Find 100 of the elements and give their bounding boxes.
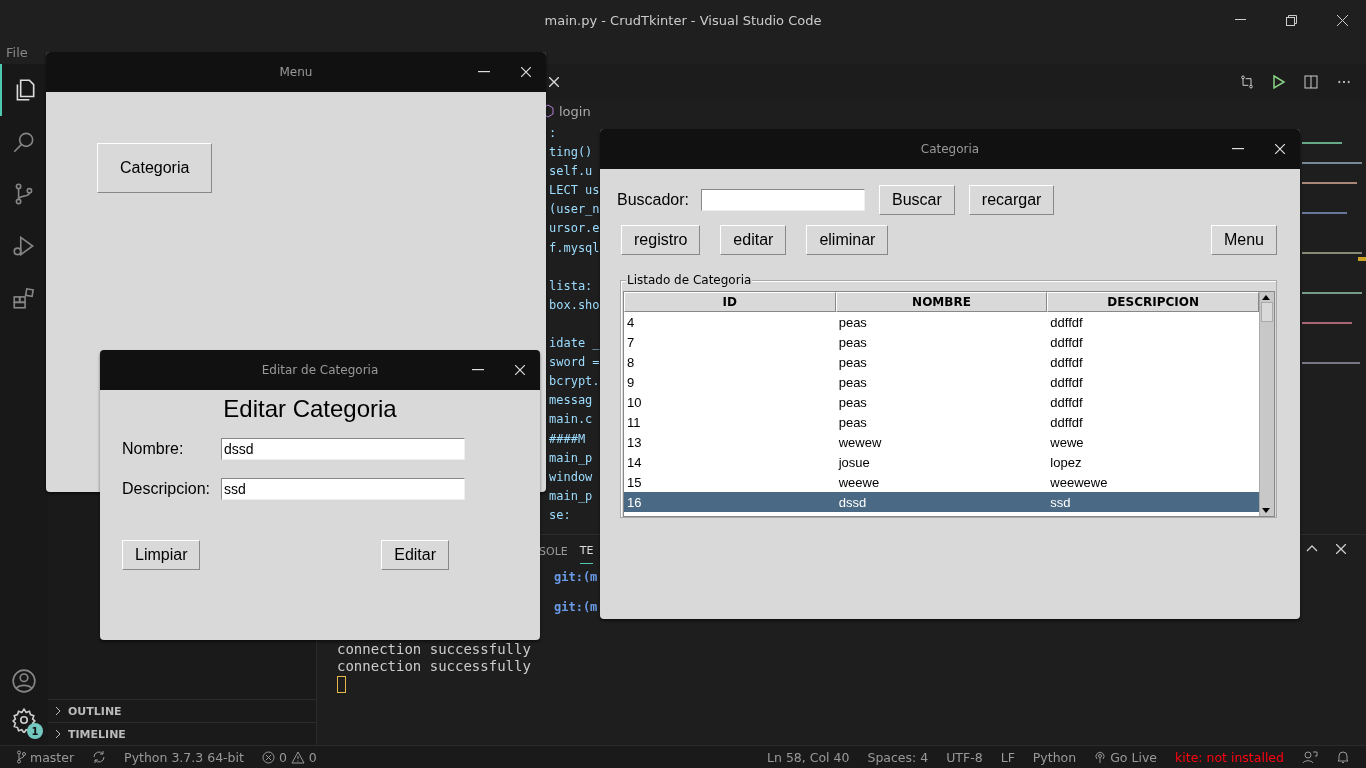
- table-row[interactable]: 8 peas ddffdf: [624, 352, 1259, 372]
- minimize-icon[interactable]: [1235, 19, 1246, 21]
- code-line: ####M: [549, 431, 586, 446]
- cursor-position[interactable]: Ln 58, Col 40: [767, 749, 850, 765]
- broadcast-icon[interactable]: [1094, 750, 1107, 764]
- field-label: Descripcion:: [122, 480, 212, 498]
- code-line: :: [549, 126, 557, 140]
- table-cell-text: ddffdf: [1049, 334, 1084, 350]
- error-count[interactable]: 0: [278, 749, 287, 765]
- table-row[interactable]: 14 josue lopez: [624, 452, 1259, 472]
- form-button[interactable]: Limpiar: [122, 540, 201, 570]
- close-icon[interactable]: [1336, 544, 1346, 554]
- table-cell-text: peas: [837, 314, 868, 330]
- table-row[interactable]: 11 peas ddffdf: [624, 412, 1259, 432]
- code-line: messag: [549, 393, 593, 408]
- minimize-icon[interactable]: [1232, 148, 1244, 150]
- account-icon[interactable]: [11, 668, 37, 694]
- table-cell-text: josue: [837, 454, 871, 470]
- search-button[interactable]: recargar: [968, 185, 1055, 215]
- go-live-button[interactable]: Go Live: [1110, 749, 1157, 765]
- table-row[interactable]: 13 wewew wewe: [624, 432, 1259, 452]
- window-title: Categoria: [920, 142, 980, 156]
- table-row[interactable]: 15 weewe weewewe: [624, 472, 1259, 492]
- panel-tab[interactable]: SOLE: [539, 538, 568, 564]
- breadcrumb-item[interactable]: login: [559, 103, 591, 119]
- table-cell-text: lopez: [1049, 454, 1083, 470]
- table-cell-text: ssd: [1049, 494, 1072, 510]
- table-cell-text: wewew: [837, 434, 883, 450]
- warning-count[interactable]: 0: [308, 749, 317, 765]
- table-cell-text: 15: [626, 474, 643, 490]
- terminal-line: connection successfully: [337, 658, 531, 674]
- table-cell-text: 13: [626, 434, 643, 450]
- table-row[interactable]: 9 peas ddffdf: [624, 372, 1259, 392]
- categoria-button[interactable]: Categoria: [97, 143, 213, 193]
- table-cell-text: wewe: [1049, 434, 1085, 450]
- indentation-status[interactable]: Spaces: 4: [867, 749, 929, 765]
- menu-button[interactable]: Menu: [1210, 225, 1277, 255]
- interpreter-status[interactable]: Python 3.7.3 64-bit: [124, 749, 244, 765]
- code-line: f.mysql: [549, 240, 600, 255]
- language-status[interactable]: Python: [1032, 749, 1077, 765]
- close-icon[interactable]: [549, 77, 559, 87]
- action-button[interactable]: editar: [720, 225, 787, 255]
- field-label: Nombre:: [122, 440, 185, 458]
- close-icon[interactable]: [521, 67, 531, 77]
- close-icon[interactable]: [515, 365, 525, 375]
- action-button[interactable]: eliminar: [806, 225, 889, 255]
- input-field[interactable]: dssd: [221, 438, 465, 460]
- code-line: sword =: [549, 355, 600, 370]
- panel-tab[interactable]: TE: [579, 538, 594, 564]
- code-line: ting(): [549, 145, 593, 160]
- table-cell-text: 4: [626, 314, 636, 330]
- table-cell-text: ddffdf: [1049, 354, 1084, 370]
- table-cell-text: 8: [626, 354, 636, 370]
- table-row[interactable]: 16 dssd ssd: [624, 492, 1259, 512]
- search-button[interactable]: Buscar: [879, 185, 955, 215]
- extensions-icon[interactable]: [11, 285, 37, 311]
- sync-icon[interactable]: [92, 750, 107, 764]
- table-row[interactable]: 7 peas ddffdf: [624, 332, 1259, 352]
- scrollbar[interactable]: [1259, 292, 1274, 516]
- column-header[interactable]: NOMBRE: [835, 292, 1048, 312]
- window-title: Editar de Categoria: [261, 363, 379, 377]
- minimize-icon[interactable]: [478, 71, 490, 73]
- kite-status[interactable]: kite: not installed: [1175, 749, 1284, 765]
- feedback-icon[interactable]: [1302, 750, 1318, 764]
- column-header[interactable]: DESCRIPCION: [1047, 292, 1259, 312]
- form-button[interactable]: Editar: [381, 540, 449, 570]
- code-line: LECT us: [549, 183, 600, 198]
- search-field[interactable]: [701, 189, 866, 211]
- scrollbar-thumb[interactable]: [1261, 302, 1273, 322]
- bell-icon[interactable]: [1336, 750, 1350, 764]
- restore-icon[interactable]: [1286, 14, 1297, 26]
- code-line: window: [549, 469, 593, 484]
- line-ending-status[interactable]: LF: [1000, 749, 1015, 765]
- window-title: main.py - CrudTkinter - Visual Studio Code: [544, 12, 822, 28]
- code-line: ursor.e: [549, 221, 600, 236]
- split-editor-icon[interactable]: [1303, 74, 1319, 90]
- column-header[interactable]: ID: [624, 292, 836, 312]
- action-button[interactable]: registro: [621, 225, 701, 255]
- chevron-up-icon[interactable]: [1306, 544, 1318, 552]
- settings-icon[interactable]: [11, 707, 37, 733]
- input-field[interactable]: ssd: [221, 478, 465, 500]
- table-row[interactable]: 4 peas ddffdf: [624, 312, 1259, 332]
- compare-changes-icon[interactable]: [1239, 74, 1255, 90]
- warning-icon[interactable]: [290, 750, 305, 764]
- close-icon[interactable]: [1337, 14, 1348, 26]
- sidebar-section[interactable]: OUTLINE: [48, 699, 316, 722]
- close-icon[interactable]: [1275, 144, 1285, 154]
- table-cell-text: peas: [837, 414, 868, 430]
- notification-badge: 1: [27, 723, 43, 739]
- branch-status[interactable]: master: [16, 749, 75, 765]
- run-icon[interactable]: [1272, 74, 1286, 90]
- code-line: main_p: [549, 450, 593, 465]
- search-label: Buscador:: [617, 191, 690, 209]
- table-cell-text: 14: [626, 454, 643, 470]
- code-line: main_p: [549, 488, 593, 503]
- error-icon[interactable]: [261, 750, 275, 764]
- menu-item[interactable]: File: [6, 44, 28, 60]
- encoding-status[interactable]: UTF-8: [946, 749, 983, 765]
- table-row[interactable]: 10 peas ddffdf: [624, 392, 1259, 412]
- minimize-icon[interactable]: [472, 369, 484, 371]
